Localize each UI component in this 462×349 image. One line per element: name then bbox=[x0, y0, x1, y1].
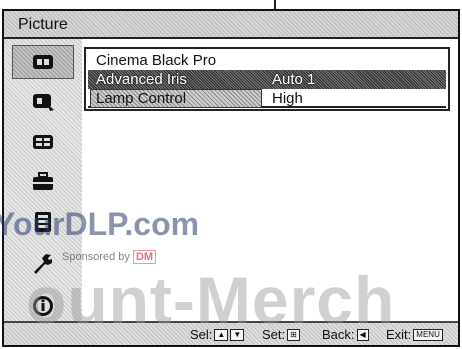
bottom-watermark: ount-Merch bbox=[26, 263, 396, 337]
menu-row-value: High bbox=[272, 90, 303, 107]
menu-row-lamp-control[interactable]: Lamp Control High bbox=[88, 89, 446, 108]
sidebar-item-setup[interactable] bbox=[12, 165, 74, 199]
screen-icon bbox=[33, 135, 53, 149]
menu-row-label: Lamp Control bbox=[96, 90, 187, 107]
site-watermark: YourDLP.com bbox=[0, 206, 200, 242]
menu-header: Picture bbox=[4, 11, 458, 39]
picture-adjust-icon bbox=[33, 94, 54, 111]
menu-row-value: Auto 1 bbox=[272, 71, 316, 88]
sidebar-item-screen[interactable] bbox=[12, 125, 74, 159]
menu-content-panel: Cinema Black Pro Advanced Iris Auto 1 La… bbox=[84, 47, 450, 111]
setup-icon bbox=[33, 172, 53, 190]
menu-row-advanced-iris[interactable]: Advanced Iris Auto 1 bbox=[88, 70, 446, 89]
picture-menu-icon bbox=[33, 55, 53, 69]
menu-title: Picture bbox=[18, 16, 68, 33]
menu-row-label: Cinema Black Pro bbox=[96, 52, 217, 69]
menu-row-cinema-black-pro[interactable]: Cinema Black Pro bbox=[88, 51, 446, 70]
sidebar-item-picture-adjust[interactable] bbox=[12, 85, 74, 119]
sidebar-item-picture[interactable] bbox=[12, 45, 74, 79]
menu-row-label: Advanced Iris bbox=[96, 71, 187, 88]
menu-key-icon: MENU bbox=[413, 328, 443, 341]
